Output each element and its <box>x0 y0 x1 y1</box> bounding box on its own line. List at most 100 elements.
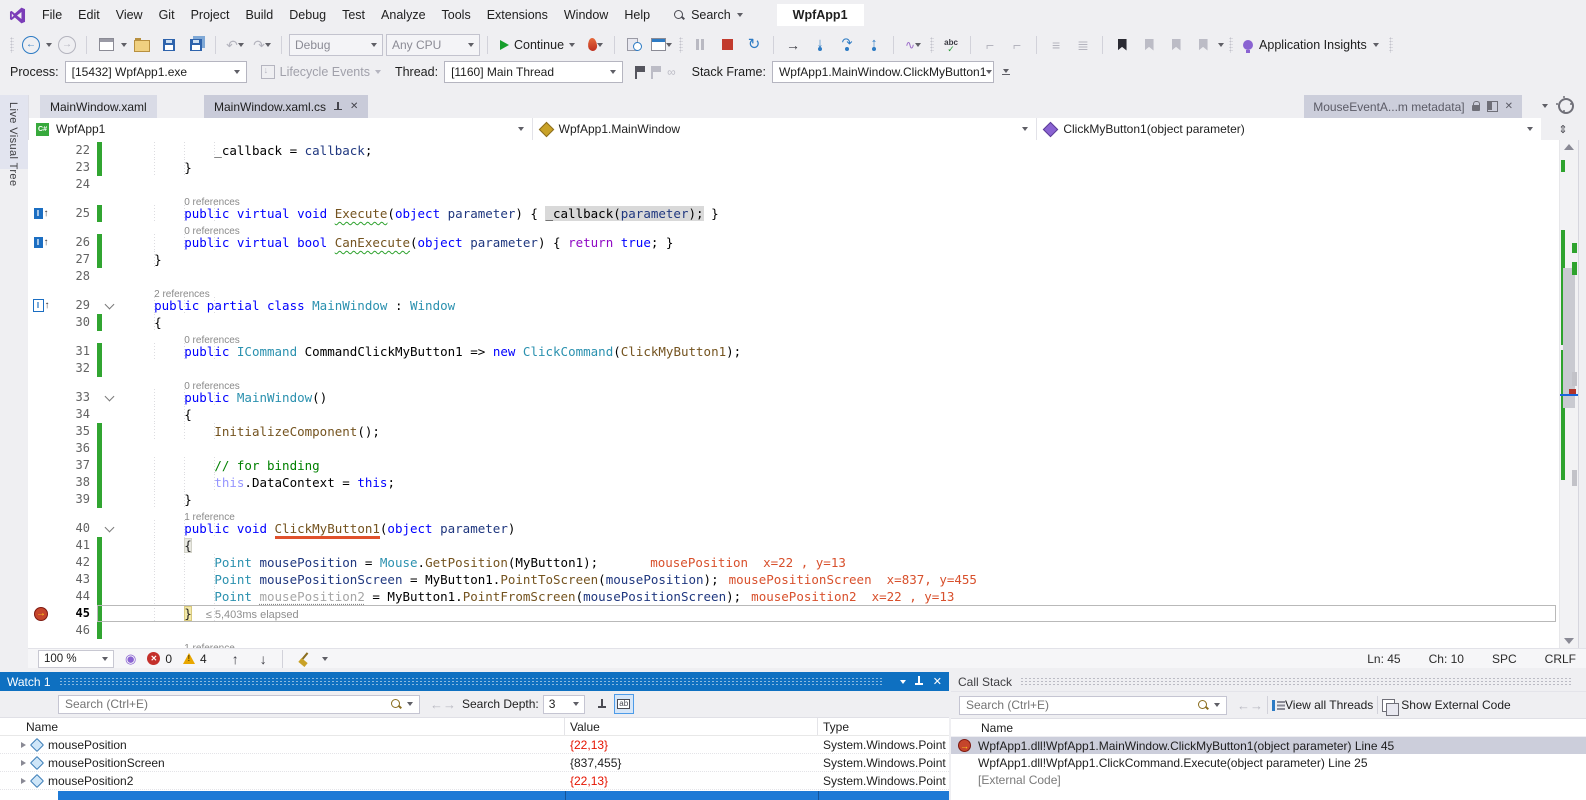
codelens-text[interactable]: 0 references <box>118 222 240 234</box>
code-text[interactable]: } <box>118 251 162 268</box>
menu-edit[interactable]: Edit <box>70 0 108 30</box>
breakpoint-margin[interactable] <box>28 474 54 491</box>
code-text[interactable]: } <box>118 159 192 176</box>
callstack-frame[interactable]: WpfApp1.dll!WpfApp1.ClickCommand.Execute… <box>951 754 1586 771</box>
solution-configuration-combo[interactable]: Debug <box>289 34 383 56</box>
breakpoint-margin[interactable] <box>28 491 54 508</box>
outlining-margin[interactable] <box>102 389 118 406</box>
continue-button[interactable]: Continue <box>495 34 580 56</box>
breakpoint-margin[interactable]: I↑ <box>28 234 54 251</box>
toolbar-grip[interactable] <box>10 37 14 53</box>
outlining-margin[interactable] <box>102 234 118 251</box>
provisional-tab[interactable]: MouseEventA...m metadata] ✕ <box>1304 95 1522 118</box>
sync-with-active-document-button[interactable] <box>649 34 674 56</box>
collapse-chevron-icon[interactable] <box>105 523 115 533</box>
stack-frame-combo[interactable]: WpfApp1.MainWindow.ClickMyButton1 <box>772 61 994 83</box>
code-text[interactable] <box>118 360 124 377</box>
menu-debug[interactable]: Debug <box>281 0 334 30</box>
flag-unflag-icon[interactable] <box>651 66 661 79</box>
breakpoint-margin[interactable] <box>28 360 54 377</box>
search-depth-combo[interactable]: 3 <box>543 695 585 714</box>
outlining-margin[interactable] <box>102 193 118 205</box>
pin-icon[interactable] <box>915 676 924 687</box>
hot-reload-button[interactable] <box>583 34 607 56</box>
code-text[interactable]: this.DataContext = this; <box>118 474 395 491</box>
breakpoint-margin[interactable]: → <box>28 605 54 622</box>
breakpoint-margin[interactable] <box>28 588 54 605</box>
outlining-margin[interactable] <box>102 537 118 554</box>
code-text[interactable]: public void ClickMyButton1(object parame… <box>118 520 515 537</box>
menu-git[interactable]: Git <box>151 0 183 30</box>
step-into-button[interactable]: ↓ <box>808 34 832 56</box>
increase-indent-button[interactable]: ≣ <box>1071 34 1095 56</box>
callstack-title-bar[interactable]: Call Stack <box>951 672 1586 692</box>
collapse-chevron-icon[interactable] <box>105 392 115 402</box>
column-type[interactable]: Type <box>818 718 949 735</box>
collapse-chevron-icon[interactable] <box>105 300 115 310</box>
column-value[interactable]: Value <box>565 718 818 735</box>
pin-to-source-icon[interactable] <box>597 698 608 710</box>
outlining-margin[interactable] <box>102 251 118 268</box>
watch-search-input[interactable] <box>65 697 386 711</box>
outlining-margin[interactable] <box>102 360 118 377</box>
comment-button[interactable]: ⌐ <box>978 34 1002 56</box>
outlining-margin[interactable] <box>102 605 118 622</box>
breakpoint-margin[interactable] <box>28 554 54 571</box>
previous-issue-button[interactable]: ↑ <box>232 652 239 666</box>
code-text[interactable]: public partial class MainWindow : Window <box>118 297 455 314</box>
new-window-button[interactable] <box>94 34 118 56</box>
close-icon[interactable]: ✕ <box>933 675 942 688</box>
outlining-margin[interactable] <box>102 457 118 474</box>
outlining-margin[interactable] <box>102 474 118 491</box>
restart-button[interactable]: ↻ <box>742 34 766 56</box>
breakpoint-margin[interactable] <box>28 537 54 554</box>
menu-build[interactable]: Build <box>237 0 281 30</box>
breakpoint-margin[interactable] <box>28 285 54 297</box>
outlining-margin[interactable] <box>102 508 118 520</box>
outlining-margin[interactable] <box>102 142 118 159</box>
clear-bookmarks-button[interactable] <box>1191 34 1215 56</box>
next-issue-button[interactable]: ↓ <box>260 652 267 666</box>
breakpoint-margin[interactable] <box>28 142 54 159</box>
codelens-text[interactable]: 0 references <box>118 377 240 389</box>
tab-mainwindow-xaml[interactable]: MainWindow.xaml <box>40 95 157 118</box>
watch-row[interactable]: mousePosition{22,13}System.Windows.Point <box>0 736 949 754</box>
breakpoint-margin[interactable] <box>28 639 54 648</box>
breakpoint-margin[interactable] <box>28 457 54 474</box>
health-indicator-icon[interactable]: ◉ <box>125 651 136 667</box>
uncomment-button[interactable]: ⌐ <box>1005 34 1029 56</box>
application-insights-button[interactable]: Application Insights <box>1238 34 1384 56</box>
space-indicator[interactable]: SPC <box>1492 652 1517 666</box>
expand-icon[interactable] <box>21 742 26 748</box>
outlining-margin[interactable] <box>102 343 118 360</box>
code-text[interactable]: InitializeComponent(); <box>118 423 380 440</box>
solution-platform-combo[interactable]: Any CPU <box>386 34 480 56</box>
outlining-margin[interactable] <box>102 491 118 508</box>
view-all-threads-button[interactable]: View all Threads <box>1285 698 1373 712</box>
scroll-up-icon[interactable] <box>1564 144 1574 150</box>
live-visual-tree-sidebar[interactable]: Live Visual Tree <box>0 95 29 648</box>
type-dropdown[interactable]: WpfApp1.MainWindow <box>533 118 1038 140</box>
toolbar-overflow-button[interactable] <box>1002 69 1010 76</box>
redo-button[interactable]: ↷ <box>250 34 274 56</box>
flag-threads-icon[interactable] <box>635 66 645 79</box>
code-text[interactable]: }≤ 5,403ms elapsed <box>118 605 299 622</box>
save-button[interactable] <box>157 34 181 56</box>
watch-search-box[interactable] <box>58 695 420 714</box>
breakpoint-margin[interactable] <box>28 222 54 234</box>
menu-view[interactable]: View <box>108 0 151 30</box>
code-text[interactable]: { <box>118 537 192 554</box>
outlining-margin[interactable] <box>102 176 118 193</box>
breakpoint-margin[interactable] <box>28 268 54 285</box>
breakpoint-margin[interactable] <box>28 251 54 268</box>
search-back-icon[interactable]: ← <box>430 697 443 712</box>
code-text[interactable]: { <box>118 314 162 331</box>
outlining-margin[interactable] <box>102 222 118 234</box>
codelens-text[interactable]: 2 references <box>118 285 210 297</box>
code-text[interactable] <box>118 622 124 639</box>
outlining-margin[interactable] <box>102 377 118 389</box>
outlining-margin[interactable] <box>102 554 118 571</box>
callstack-column-header[interactable]: Name <box>951 719 1586 737</box>
expand-icon[interactable] <box>21 760 26 766</box>
error-icon[interactable]: ✕ <box>147 652 160 665</box>
